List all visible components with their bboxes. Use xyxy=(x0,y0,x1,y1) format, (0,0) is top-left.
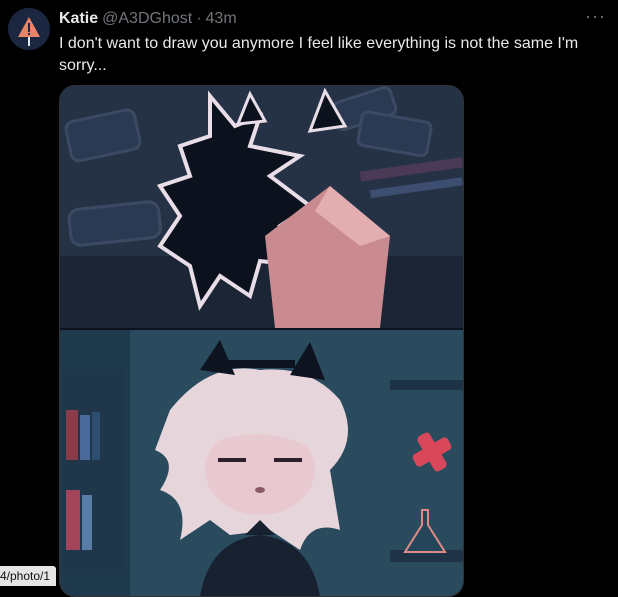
warning-sign-avatar-icon xyxy=(8,8,50,50)
display-name[interactable]: Katie xyxy=(59,10,98,28)
avatar[interactable] xyxy=(8,8,50,50)
tweet-image[interactable] xyxy=(59,85,464,597)
tweet-text: I don't want to draw you anymore I feel … xyxy=(59,35,579,74)
timestamp[interactable]: 43m xyxy=(206,10,237,28)
more-options-icon[interactable]: ··· xyxy=(585,6,606,26)
tweet-header: Katie @A3DGhost · 43m xyxy=(59,9,618,29)
status-url: 4/photo/1 xyxy=(0,566,57,586)
comic-panel-top xyxy=(60,86,463,328)
separator: · xyxy=(196,10,202,27)
comic-panel-bottom xyxy=(60,330,463,596)
user-handle[interactable]: @A3DGhost xyxy=(102,10,192,28)
